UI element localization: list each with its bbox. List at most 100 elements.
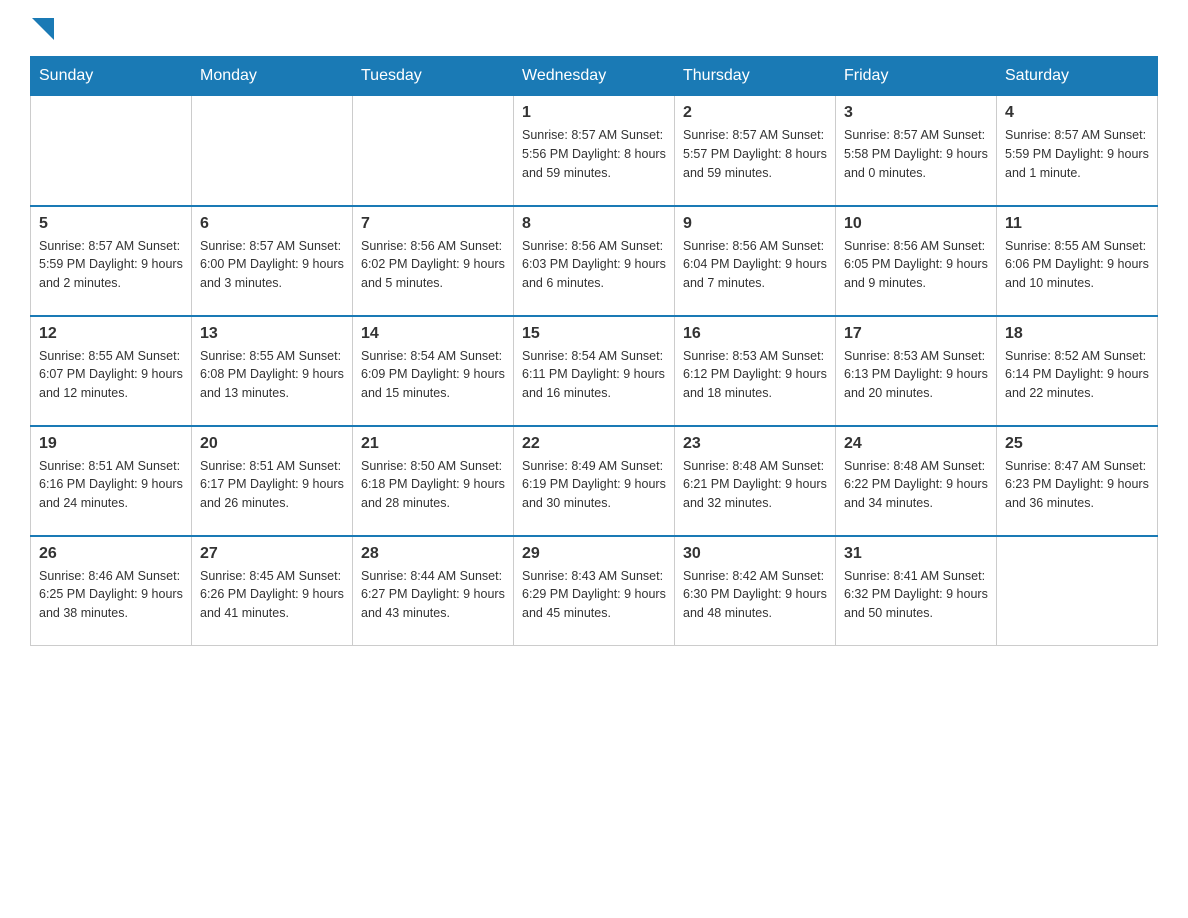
day-number: 22 [522, 435, 666, 453]
day-number: 3 [844, 104, 988, 122]
day-info: Sunrise: 8:57 AM Sunset: 5:57 PM Dayligh… [683, 126, 827, 182]
day-info: Sunrise: 8:48 AM Sunset: 6:21 PM Dayligh… [683, 457, 827, 513]
calendar-cell: 13 Sunrise: 8:55 AM Sunset: 6:08 PM Dayli… [192, 316, 353, 426]
day-number: 9 [683, 215, 827, 233]
day-info: Sunrise: 8:49 AM Sunset: 6:19 PM Dayligh… [522, 457, 666, 513]
logo [30, 20, 54, 36]
day-number: 14 [361, 325, 505, 343]
weekday-header-thursday: Thursday [675, 57, 836, 96]
calendar-cell: 16 Sunrise: 8:53 AM Sunset: 6:12 PM Dayli… [675, 316, 836, 426]
day-info: Sunrise: 8:54 AM Sunset: 6:11 PM Dayligh… [522, 347, 666, 403]
day-number: 28 [361, 545, 505, 563]
calendar-cell: 23 Sunrise: 8:48 AM Sunset: 6:21 PM Dayli… [675, 426, 836, 536]
day-info: Sunrise: 8:56 AM Sunset: 6:02 PM Dayligh… [361, 237, 505, 293]
day-info: Sunrise: 8:54 AM Sunset: 6:09 PM Dayligh… [361, 347, 505, 403]
day-number: 5 [39, 215, 183, 233]
calendar-cell: 1 Sunrise: 8:57 AM Sunset: 5:56 PM Daylig… [514, 96, 675, 206]
day-number: 12 [39, 325, 183, 343]
weekday-header-monday: Monday [192, 57, 353, 96]
day-info: Sunrise: 8:56 AM Sunset: 6:05 PM Dayligh… [844, 237, 988, 293]
calendar-cell: 22 Sunrise: 8:49 AM Sunset: 6:19 PM Dayli… [514, 426, 675, 536]
day-info: Sunrise: 8:55 AM Sunset: 6:08 PM Dayligh… [200, 347, 344, 403]
day-number: 10 [844, 215, 988, 233]
day-info: Sunrise: 8:51 AM Sunset: 6:16 PM Dayligh… [39, 457, 183, 513]
day-number: 29 [522, 545, 666, 563]
day-info: Sunrise: 8:57 AM Sunset: 5:59 PM Dayligh… [1005, 126, 1149, 182]
weekday-header-tuesday: Tuesday [353, 57, 514, 96]
day-number: 24 [844, 435, 988, 453]
day-number: 21 [361, 435, 505, 453]
calendar-cell: 3 Sunrise: 8:57 AM Sunset: 5:58 PM Daylig… [836, 96, 997, 206]
day-number: 2 [683, 104, 827, 122]
calendar-cell: 21 Sunrise: 8:50 AM Sunset: 6:18 PM Dayli… [353, 426, 514, 536]
day-info: Sunrise: 8:57 AM Sunset: 5:59 PM Dayligh… [39, 237, 183, 293]
calendar-cell: 30Sunrise: 8:42 AM Sunset: 6:30 PM Dayli… [675, 536, 836, 646]
calendar-cell: 2 Sunrise: 8:57 AM Sunset: 5:57 PM Daylig… [675, 96, 836, 206]
week-row-1: 1 Sunrise: 8:57 AM Sunset: 5:56 PM Daylig… [31, 96, 1158, 206]
calendar-cell: 15 Sunrise: 8:54 AM Sunset: 6:11 PM Dayli… [514, 316, 675, 426]
weekday-header-friday: Friday [836, 57, 997, 96]
day-info: Sunrise: 8:57 AM Sunset: 5:58 PM Dayligh… [844, 126, 988, 182]
weekday-header-wednesday: Wednesday [514, 57, 675, 96]
calendar-cell: 11 Sunrise: 8:55 AM Sunset: 6:06 PM Dayli… [997, 206, 1158, 316]
calendar-table: SundayMondayTuesdayWednesdayThursdayFrid… [30, 56, 1158, 646]
day-number: 6 [200, 215, 344, 233]
day-info: Sunrise: 8:47 AM Sunset: 6:23 PM Dayligh… [1005, 457, 1149, 513]
day-info: Sunrise: 8:53 AM Sunset: 6:12 PM Dayligh… [683, 347, 827, 403]
day-info: Sunrise: 8:43 AM Sunset: 6:29 PM Dayligh… [522, 567, 666, 623]
calendar-cell: 14 Sunrise: 8:54 AM Sunset: 6:09 PM Dayli… [353, 316, 514, 426]
day-info: Sunrise: 8:50 AM Sunset: 6:18 PM Dayligh… [361, 457, 505, 513]
day-number: 19 [39, 435, 183, 453]
weekday-header-saturday: Saturday [997, 57, 1158, 96]
day-number: 7 [361, 215, 505, 233]
day-number: 1 [522, 104, 666, 122]
day-info: Sunrise: 8:51 AM Sunset: 6:17 PM Dayligh… [200, 457, 344, 513]
weekday-header-row: SundayMondayTuesdayWednesdayThursdayFrid… [31, 57, 1158, 96]
day-info: Sunrise: 8:41 AM Sunset: 6:32 PM Dayligh… [844, 567, 988, 623]
day-number: 13 [200, 325, 344, 343]
day-info: Sunrise: 8:45 AM Sunset: 6:26 PM Dayligh… [200, 567, 344, 623]
day-number: 8 [522, 215, 666, 233]
calendar-cell: 20Sunrise: 8:51 AM Sunset: 6:17 PM Dayli… [192, 426, 353, 536]
calendar-cell: 10 Sunrise: 8:56 AM Sunset: 6:05 PM Dayli… [836, 206, 997, 316]
day-number: 11 [1005, 215, 1149, 233]
calendar-cell [997, 536, 1158, 646]
day-number: 4 [1005, 104, 1149, 122]
day-number: 15 [522, 325, 666, 343]
day-info: Sunrise: 8:56 AM Sunset: 6:03 PM Dayligh… [522, 237, 666, 293]
page-header [30, 20, 1158, 36]
calendar-cell [31, 96, 192, 206]
logo-triangle-icon [32, 18, 54, 40]
day-number: 25 [1005, 435, 1149, 453]
calendar-cell: 12Sunrise: 8:55 AM Sunset: 6:07 PM Dayli… [31, 316, 192, 426]
calendar-cell: 31 Sunrise: 8:41 AM Sunset: 6:32 PM Dayli… [836, 536, 997, 646]
day-number: 16 [683, 325, 827, 343]
calendar-cell: 9 Sunrise: 8:56 AM Sunset: 6:04 PM Daylig… [675, 206, 836, 316]
calendar-cell [192, 96, 353, 206]
week-row-2: 5 Sunrise: 8:57 AM Sunset: 5:59 PM Daylig… [31, 206, 1158, 316]
calendar-cell: 7 Sunrise: 8:56 AM Sunset: 6:02 PM Daylig… [353, 206, 514, 316]
week-row-4: 19 Sunrise: 8:51 AM Sunset: 6:16 PM Dayli… [31, 426, 1158, 536]
calendar-cell: 6 Sunrise: 8:57 AM Sunset: 6:00 PM Daylig… [192, 206, 353, 316]
day-info: Sunrise: 8:46 AM Sunset: 6:25 PM Dayligh… [39, 567, 183, 623]
day-number: 27 [200, 545, 344, 563]
day-number: 23 [683, 435, 827, 453]
calendar-cell: 24Sunrise: 8:48 AM Sunset: 6:22 PM Dayli… [836, 426, 997, 536]
day-number: 31 [844, 545, 988, 563]
calendar-cell: 5 Sunrise: 8:57 AM Sunset: 5:59 PM Daylig… [31, 206, 192, 316]
day-info: Sunrise: 8:57 AM Sunset: 5:56 PM Dayligh… [522, 126, 666, 182]
day-info: Sunrise: 8:53 AM Sunset: 6:13 PM Dayligh… [844, 347, 988, 403]
day-info: Sunrise: 8:42 AM Sunset: 6:30 PM Dayligh… [683, 567, 827, 623]
calendar-cell: 28 Sunrise: 8:44 AM Sunset: 6:27 PM Dayli… [353, 536, 514, 646]
calendar-cell: 18 Sunrise: 8:52 AM Sunset: 6:14 PM Dayli… [997, 316, 1158, 426]
day-number: 26 [39, 545, 183, 563]
calendar-cell: 4 Sunrise: 8:57 AM Sunset: 5:59 PM Daylig… [997, 96, 1158, 206]
day-number: 18 [1005, 325, 1149, 343]
day-info: Sunrise: 8:44 AM Sunset: 6:27 PM Dayligh… [361, 567, 505, 623]
weekday-header-sunday: Sunday [31, 57, 192, 96]
calendar-cell [353, 96, 514, 206]
day-info: Sunrise: 8:57 AM Sunset: 6:00 PM Dayligh… [200, 237, 344, 293]
day-info: Sunrise: 8:55 AM Sunset: 6:06 PM Dayligh… [1005, 237, 1149, 293]
day-info: Sunrise: 8:56 AM Sunset: 6:04 PM Dayligh… [683, 237, 827, 293]
day-info: Sunrise: 8:52 AM Sunset: 6:14 PM Dayligh… [1005, 347, 1149, 403]
